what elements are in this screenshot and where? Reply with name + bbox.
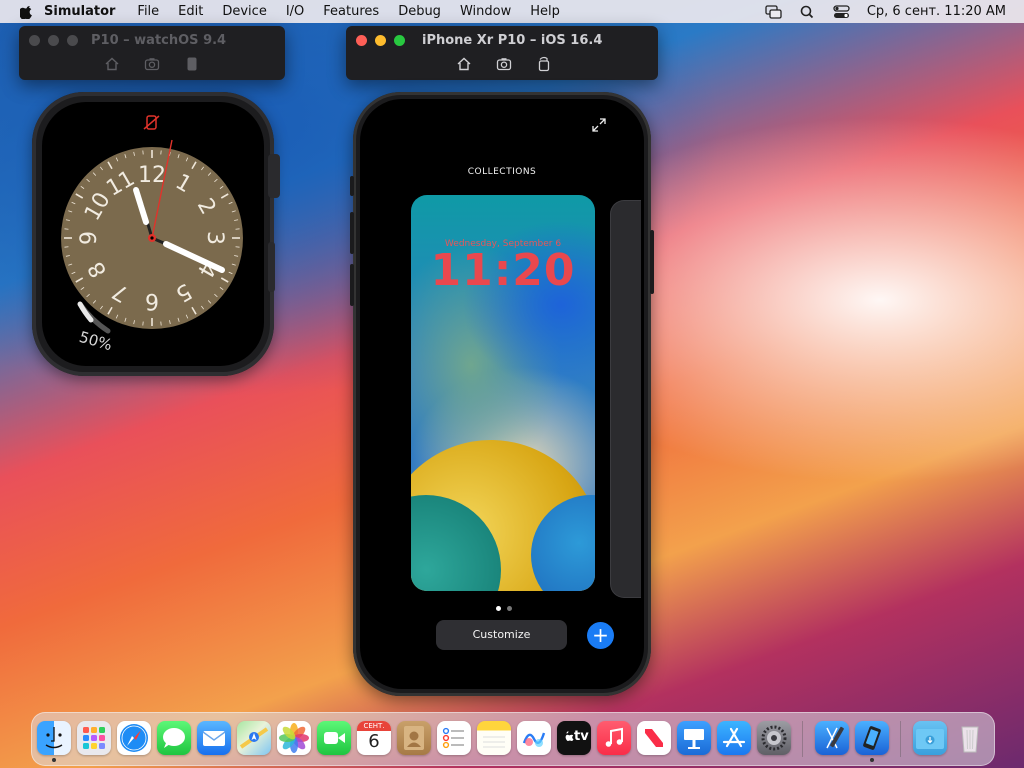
app-store-icon[interactable] (717, 721, 751, 755)
downloads-folder-icon[interactable] (913, 721, 947, 755)
close-button[interactable] (29, 35, 40, 46)
close-button[interactable] (356, 35, 367, 46)
apple-watch-device: 12 1 2 3 4 5 6 7 8 9 10 11 50% (32, 92, 280, 376)
dial-numeral: 3 (202, 231, 227, 245)
tv-icon[interactable]: tv (557, 721, 591, 755)
launchpad-icon[interactable] (77, 721, 111, 755)
phone-simulator-titlebar[interactable]: iPhone Xr P10 – iOS 16.4 (346, 26, 658, 80)
simulator-icon[interactable] (855, 721, 889, 755)
apple-logo-icon[interactable] (20, 5, 34, 19)
phone-screen[interactable]: COLLECTIONS Wednesday, September 6 11:20… (360, 99, 644, 689)
home-icon[interactable] (456, 56, 472, 72)
lockscreen-time: 11:20 (430, 245, 576, 296)
menu-io[interactable]: I/O (286, 4, 304, 19)
system-settings-icon[interactable] (757, 721, 791, 755)
side-button[interactable] (268, 242, 275, 292)
home-icon[interactable] (104, 56, 120, 72)
menu-file[interactable]: File (137, 4, 159, 19)
add-wallpaper-button[interactable]: + (587, 622, 614, 649)
notes-icon[interactable] (477, 721, 511, 755)
calendar-day: 6 (368, 731, 380, 752)
watch-face: 12 1234567891011 (61, 115, 243, 334)
safari-icon[interactable] (117, 721, 151, 755)
messages-icon[interactable] (157, 721, 191, 755)
volume-up-button[interactable] (350, 212, 354, 254)
dock: СЕНТ. 6 tv (31, 712, 995, 766)
menu-help[interactable]: Help (530, 4, 560, 19)
minimize-button[interactable] (375, 35, 386, 46)
watch-screen[interactable]: 12 1 2 3 4 5 6 7 8 9 10 11 50% (42, 102, 264, 366)
dial-numeral: 12 (138, 163, 166, 188)
app-menu-simulator[interactable]: Simulator (44, 4, 115, 19)
expand-icon[interactable] (591, 117, 607, 133)
rotate-icon[interactable] (184, 56, 200, 72)
watch-window-title: P10 – watchOS 9.4 (91, 33, 227, 48)
page-indicator[interactable] (496, 606, 512, 611)
maps-icon[interactable] (237, 721, 271, 755)
freeform-icon[interactable] (517, 721, 551, 755)
phone-window-title: iPhone Xr P10 – iOS 16.4 (422, 33, 603, 48)
page-dot (507, 606, 512, 611)
finder-icon[interactable] (37, 721, 71, 755)
trash-icon[interactable] (953, 721, 987, 755)
tv-label: tv (574, 729, 589, 744)
customize-button[interactable]: Customize (436, 620, 567, 650)
menu-clock[interactable]: Ср, 6 сент. 11:20 AM (867, 4, 1006, 19)
control-center-icon[interactable] (833, 4, 850, 19)
reminders-icon[interactable] (437, 721, 471, 755)
collections-title: COLLECTIONS (467, 167, 537, 177)
xcode-icon[interactable] (815, 721, 849, 755)
dial-numeral: 6 (145, 288, 159, 313)
mail-icon[interactable] (197, 721, 231, 755)
calendar-month: СЕНТ. (357, 721, 391, 731)
volume-down-button[interactable] (350, 264, 354, 306)
news-icon[interactable] (637, 721, 671, 755)
rotate-icon[interactable] (536, 56, 552, 72)
menu-bar: Simulator File Edit Device I/O Features … (0, 0, 1024, 23)
contacts-icon[interactable] (397, 721, 431, 755)
dial-numeral: 9 (77, 231, 102, 245)
screenshot-icon[interactable] (496, 56, 512, 72)
calendar-icon[interactable]: СЕНТ. 6 (357, 721, 391, 755)
silent-switch[interactable] (350, 176, 354, 196)
menu-edit[interactable]: Edit (178, 4, 203, 19)
facetime-icon[interactable] (317, 721, 351, 755)
menu-features[interactable]: Features (323, 4, 379, 19)
charging-off-icon (143, 115, 160, 130)
menu-device[interactable]: Device (222, 4, 266, 19)
screenshot-icon[interactable] (144, 56, 160, 72)
zoom-button[interactable] (67, 35, 78, 46)
keynote-icon[interactable] (677, 721, 711, 755)
watch-simulator-titlebar[interactable]: P10 – watchOS 9.4 (19, 26, 285, 80)
iphone-device: COLLECTIONS Wednesday, September 6 11:20… (350, 92, 654, 696)
next-wallpaper-card[interactable] (610, 200, 641, 598)
zoom-button[interactable] (394, 35, 405, 46)
page-dot-active (496, 606, 501, 611)
photos-icon[interactable] (277, 721, 311, 755)
digital-crown[interactable] (268, 154, 280, 198)
search-icon[interactable] (799, 5, 816, 19)
screen-mirroring-icon[interactable] (765, 4, 782, 19)
power-button[interactable] (650, 230, 654, 294)
minimize-button[interactable] (48, 35, 59, 46)
lockscreen-wallpaper-card[interactable]: Wednesday, September 6 11:20 (411, 195, 595, 591)
menu-debug[interactable]: Debug (398, 4, 441, 19)
menu-window[interactable]: Window (460, 4, 511, 19)
music-icon[interactable] (597, 721, 631, 755)
